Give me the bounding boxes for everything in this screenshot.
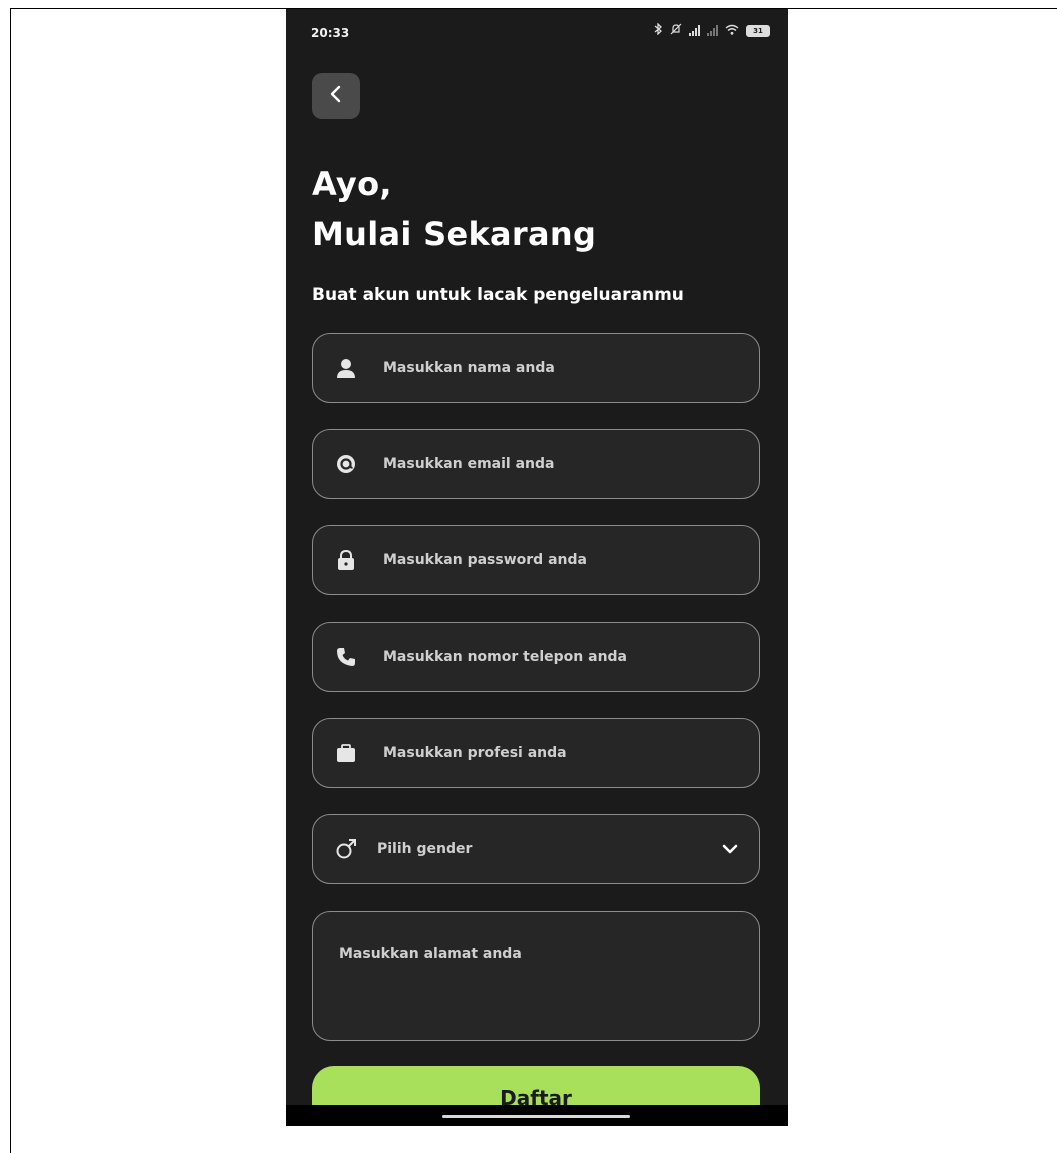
signal-icon	[707, 25, 718, 36]
address-textarea[interactable]: Masukkan alamat anda	[312, 911, 760, 1041]
page-subtitle: Buat akun untuk lacak pengeluaranmu	[312, 285, 684, 305]
password-placeholder: Masukkan password anda	[383, 552, 587, 568]
status-bar: 20:33 31	[286, 9, 788, 57]
gender-select[interactable]: Pilih gender	[312, 814, 760, 884]
phone-placeholder: Masukkan nomor telepon anda	[383, 649, 628, 665]
frame-border-left	[10, 8, 11, 1153]
male-icon	[335, 838, 357, 860]
signal-icon	[689, 25, 700, 36]
gender-placeholder: Pilih gender	[377, 841, 473, 857]
person-icon	[335, 357, 357, 379]
phone-field[interactable]: Masukkan nomor telepon anda	[312, 622, 760, 692]
back-button[interactable]	[312, 73, 360, 119]
at-icon	[335, 453, 357, 475]
home-indicator[interactable]	[442, 1115, 630, 1118]
address-placeholder: Masukkan alamat anda	[339, 946, 522, 962]
email-field[interactable]: Masukkan email anda	[312, 429, 760, 499]
phone-screen: 20:33 31 Ayo, Mulai Sekarang Buat akun u…	[286, 9, 788, 1126]
lock-icon	[335, 549, 357, 571]
name-placeholder: Masukkan nama anda	[383, 360, 555, 376]
mute-icon	[670, 23, 682, 38]
profession-field[interactable]: Masukkan profesi anda	[312, 718, 760, 788]
chevron-down-icon	[721, 840, 739, 858]
name-field[interactable]: Masukkan nama anda	[312, 333, 760, 403]
phone-icon	[335, 646, 357, 668]
status-time: 20:33	[311, 26, 350, 40]
chevron-left-icon	[328, 84, 344, 108]
wifi-icon	[725, 24, 739, 38]
page-title: Ayo, Mulai Sekarang	[312, 159, 596, 259]
status-icons: 31	[654, 22, 770, 38]
profession-placeholder: Masukkan profesi anda	[383, 745, 567, 761]
page-title-line2: Mulai Sekarang	[312, 215, 597, 253]
briefcase-icon	[335, 742, 357, 764]
battery-icon: 31	[746, 24, 770, 37]
page-title-line1: Ayo,	[312, 165, 392, 203]
password-field[interactable]: Masukkan password anda	[312, 525, 760, 595]
bluetooth-icon	[654, 22, 663, 38]
email-placeholder: Masukkan email anda	[383, 456, 555, 472]
